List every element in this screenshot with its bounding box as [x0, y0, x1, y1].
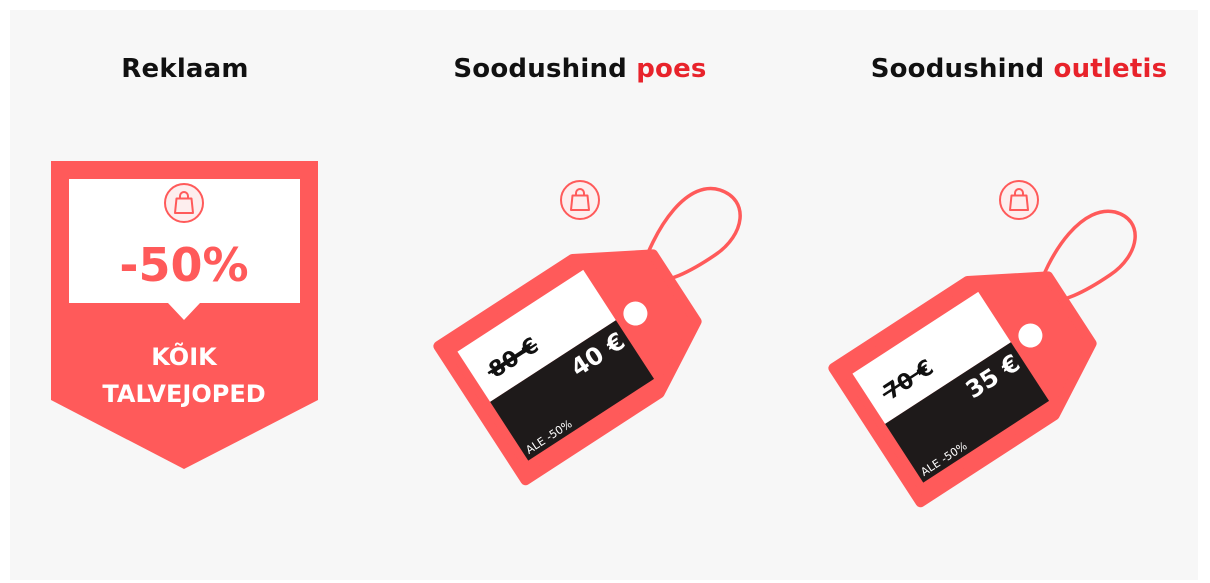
banner-text-line2: TALVEJOPED: [102, 380, 265, 408]
banner-text-line1: KÕIK: [151, 341, 218, 371]
shopping-bag-icon: [560, 180, 600, 220]
shopping-bag-icon: [999, 180, 1039, 220]
price-tag-store: 80 € 40 € ALE -50%: [433, 249, 702, 486]
shopping-bag-icon: [164, 183, 204, 223]
discount-banner: -50% KÕIK TALVEJOPED: [51, 161, 318, 469]
price-tag-outlet: 70 € 35 € ALE -50%: [828, 271, 1097, 508]
illustrations: -50% KÕIK TALVEJOPED 80 € 40 € ALE -50% …: [51, 161, 1137, 508]
banner-discount: -50%: [119, 238, 248, 292]
